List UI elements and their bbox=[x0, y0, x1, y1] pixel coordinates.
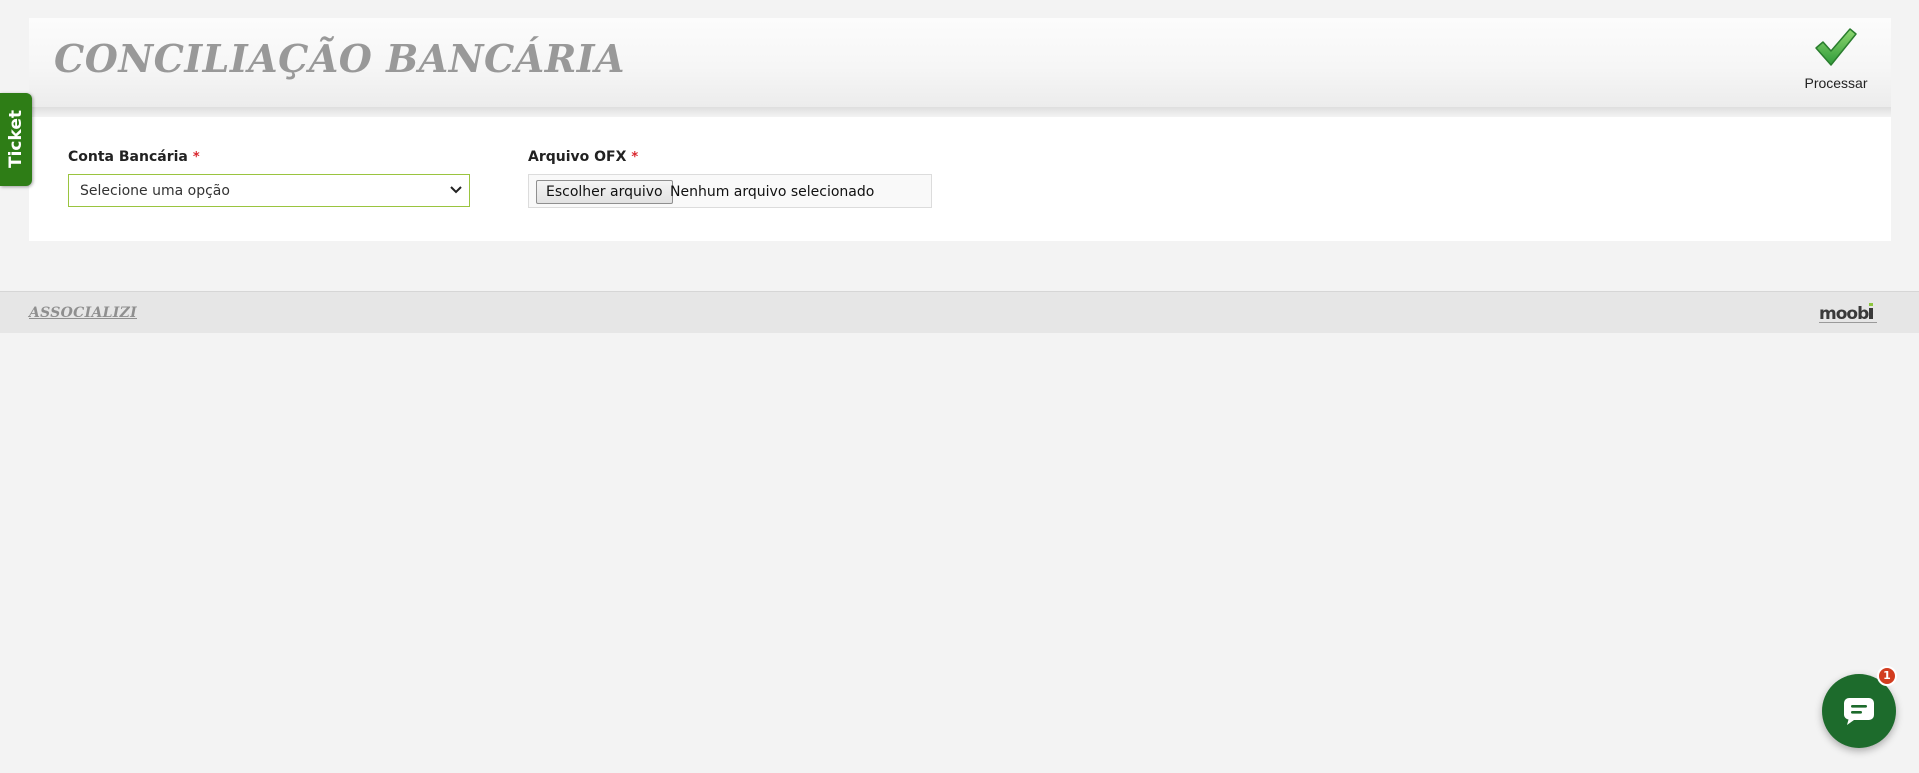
arquivo-ofx-file-input: Escolher arquivo Nenhum arquivo selecion… bbox=[528, 174, 932, 208]
assocializi-link[interactable]: ASSOCIALIZI bbox=[29, 305, 137, 321]
conta-bancaria-select[interactable]: Selecione uma opção bbox=[68, 174, 470, 207]
chat-bubble-icon bbox=[1844, 698, 1874, 725]
file-status-text: Nenhum arquivo selecionado bbox=[670, 184, 875, 200]
conta-bancaria-label: Conta Bancária * bbox=[68, 149, 200, 165]
conta-bancaria-selected-value: Selecione uma opção bbox=[80, 183, 230, 199]
ticket-label: Ticket bbox=[6, 109, 26, 169]
conta-bancaria-label-text: Conta Bancária bbox=[68, 149, 188, 165]
notification-badge: 1 bbox=[1877, 666, 1897, 686]
process-label: Processar bbox=[1804, 75, 1868, 91]
ticket-tab[interactable]: Ticket bbox=[0, 93, 32, 186]
header-divider bbox=[29, 107, 1891, 117]
page: CONCILIAÇÃO BANCÁRIA Processar Conta Ban… bbox=[0, 0, 1919, 773]
required-marker: * bbox=[192, 150, 200, 165]
svg-text:moob: moob bbox=[1819, 304, 1869, 324]
checkmark-icon bbox=[1815, 28, 1857, 66]
footer: ASSOCIALIZI moob bbox=[0, 291, 1919, 333]
moobi-logo: moob bbox=[1819, 303, 1877, 324]
arquivo-ofx-label-text: Arquivo OFX bbox=[528, 149, 627, 165]
arquivo-ofx-label: Arquivo OFX * bbox=[528, 149, 638, 165]
required-marker: * bbox=[631, 150, 639, 165]
page-header: CONCILIAÇÃO BANCÁRIA Processar bbox=[29, 18, 1891, 108]
page-title: CONCILIAÇÃO BANCÁRIA bbox=[54, 36, 626, 81]
process-button[interactable]: Processar bbox=[1781, 18, 1891, 107]
form-panel: Conta Bancária * Selecione uma opção Arqu… bbox=[29, 117, 1891, 241]
chevron-down-icon bbox=[450, 186, 462, 194]
choose-file-button[interactable]: Escolher arquivo bbox=[536, 180, 673, 204]
